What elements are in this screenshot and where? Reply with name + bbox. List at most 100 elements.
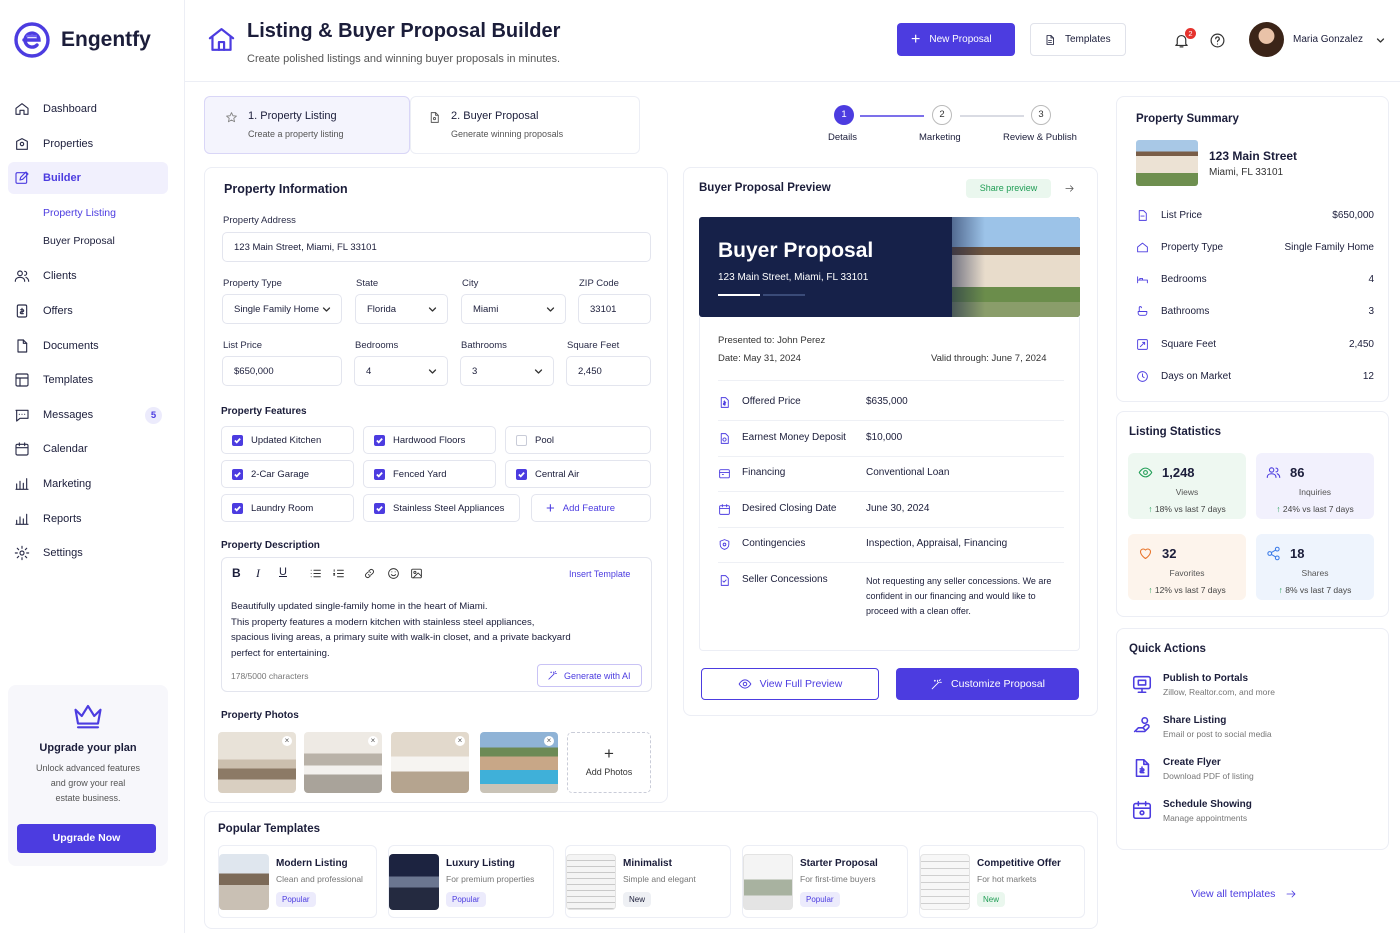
link-icon[interactable] [363, 567, 376, 580]
checkbox-unchecked[interactable] [516, 434, 527, 446]
template-card[interactable]: Starter Proposal For first-time buyers P… [742, 845, 908, 918]
feature-checkbox[interactable]: Laundry Room [221, 494, 354, 522]
checkbox-checked[interactable] [516, 468, 527, 480]
property-photo[interactable]: × [218, 732, 296, 793]
feature-label: Fenced Yard [393, 468, 447, 480]
checkbox-checked[interactable] [374, 468, 385, 480]
feature-checkbox[interactable]: Updated Kitchen [221, 426, 354, 454]
checkbox-checked[interactable] [374, 434, 385, 446]
sidebar-item-reports[interactable]: Reports [14, 503, 168, 535]
numbered-list-icon[interactable] [332, 567, 345, 580]
upgrade-now-button[interactable]: Upgrade Now [17, 824, 156, 853]
emoji-icon[interactable] [387, 567, 400, 580]
template-card[interactable]: Minimalist Simple and elegant New [565, 845, 731, 918]
sidebar-item-settings[interactable]: Settings [14, 537, 168, 569]
bedrooms-select[interactable]: 4 [354, 356, 448, 386]
sidebar-item-label: Documents [43, 340, 99, 352]
checkbox-checked[interactable] [232, 502, 243, 514]
summary-key: List Price [1161, 210, 1203, 221]
sidebar-item-offers[interactable]: Offers [14, 295, 168, 327]
feature-checkbox[interactable]: 2-Car Garage [221, 460, 354, 488]
add-photos-button[interactable]: + Add Photos [567, 732, 651, 793]
view-all-templates-link[interactable]: View all templates [1191, 888, 1297, 900]
checkbox-checked[interactable] [232, 468, 243, 480]
sidebar-item-properties[interactable]: Properties [14, 128, 168, 160]
italic-icon[interactable]: I [256, 566, 260, 581]
zip-input[interactable]: 33101 [578, 294, 651, 324]
description-text[interactable]: Beautifully updated single-family home i… [231, 599, 571, 661]
tab-buyer-proposal[interactable]: 2. Buyer Proposal Generate winning propo… [410, 96, 640, 154]
sidebar-item-templates[interactable]: Templates [14, 364, 168, 396]
stat-value: 1,248 [1162, 465, 1195, 480]
close-icon[interactable]: × [544, 736, 554, 746]
feature-checkbox[interactable]: Hardwood Floors [363, 426, 496, 454]
feature-checkbox[interactable]: Fenced Yard [363, 460, 496, 488]
feature-checkbox[interactable]: Central Air [505, 460, 651, 488]
tab-title: 1. Property Listing [248, 110, 337, 122]
property-photo[interactable]: × [480, 732, 558, 793]
new-proposal-button[interactable]: + New Proposal [897, 23, 1015, 56]
sidebar-item-messages[interactable]: Messages 5 [14, 399, 168, 431]
step-3-circle[interactable]: 3 [1031, 105, 1051, 125]
help-icon[interactable] [1209, 32, 1226, 49]
logo[interactable]: Engentfy [14, 22, 151, 58]
stat-delta: ↑ 24% vs last 7 days [1256, 504, 1374, 514]
quick-action-flyer[interactable]: Create Flyer Download PDF of listing [1131, 757, 1254, 781]
image-icon[interactable] [410, 567, 423, 580]
customize-proposal-button[interactable]: Customize Proposal [896, 668, 1079, 700]
crown-icon [73, 703, 103, 729]
arrow-right-icon[interactable] [1064, 183, 1075, 194]
underline-icon[interactable]: U [279, 566, 287, 578]
property-photo[interactable]: × [391, 732, 469, 793]
step-2-circle[interactable]: 2 [932, 105, 952, 125]
address-input[interactable]: 123 Main Street, Miami, FL 33101 [222, 232, 651, 262]
close-icon[interactable]: × [455, 736, 465, 746]
sidebar-item-clients[interactable]: Clients [14, 260, 168, 292]
sidebar-item-documents[interactable]: Documents [14, 330, 168, 362]
city-select[interactable]: Miami [461, 294, 566, 324]
insert-template-link[interactable]: Insert Template [569, 569, 630, 579]
bathrooms-select[interactable]: 3 [460, 356, 554, 386]
sidebar-item-marketing[interactable]: Marketing [14, 468, 168, 500]
upgrade-text: Unlock advanced features [35, 763, 141, 773]
field-label: Bathrooms [461, 340, 507, 351]
sidebar-item-dashboard[interactable]: Dashboard [14, 93, 168, 125]
state-select[interactable]: Florida [355, 294, 448, 324]
template-card[interactable]: Competitive Offer For hot markets New [919, 845, 1085, 918]
bold-icon[interactable]: B [232, 566, 241, 580]
checkbox-checked[interactable] [374, 502, 385, 514]
add-feature-button[interactable]: + Add Feature [531, 494, 651, 522]
templates-button[interactable]: Templates [1030, 23, 1126, 56]
stat-delta-text: 18% vs last 7 days [1154, 504, 1226, 514]
property-photo[interactable]: × [304, 732, 382, 793]
sidebar-subitem-property-listing[interactable]: Property Listing [43, 207, 116, 219]
property-type-select[interactable]: Single Family Home [222, 294, 342, 324]
close-icon[interactable]: × [282, 736, 292, 746]
description-label: Property Description [221, 540, 320, 551]
sidebar-item-calendar[interactable]: Calendar [14, 433, 168, 465]
tab-property-listing[interactable]: 1. Property Listing Create a property li… [204, 96, 410, 154]
template-card[interactable]: Luxury Listing For premium properties Po… [388, 845, 554, 918]
checkbox-checked[interactable] [232, 434, 243, 446]
bullet-list-icon[interactable] [309, 567, 322, 580]
sidebar-subitem-buyer-proposal[interactable]: Buyer Proposal [43, 235, 115, 247]
quick-action-showing[interactable]: Schedule Showing Manage appointments [1131, 799, 1252, 823]
avatar[interactable] [1249, 22, 1284, 57]
chevron-down-icon[interactable] [1376, 36, 1385, 45]
template-card[interactable]: Modern Listing Clean and professional Po… [218, 845, 377, 918]
share-preview-button[interactable]: Share preview [966, 179, 1051, 198]
list-price-input[interactable]: $650,000 [222, 356, 342, 386]
stat-delta: ↑ 18% vs last 7 days [1128, 504, 1246, 514]
view-full-preview-button[interactable]: View Full Preview [701, 668, 879, 700]
square-feet-input[interactable]: 2,450 [566, 356, 651, 386]
feature-checkbox[interactable]: Pool [505, 426, 651, 454]
sidebar-item-builder[interactable]: Builder [8, 162, 168, 194]
quick-action-share[interactable]: Share Listing Email or post to social med… [1131, 715, 1272, 739]
quick-action-publish[interactable]: Publish to Portals Zillow, Realtor.com, a… [1131, 673, 1275, 697]
building-icon [14, 136, 30, 152]
user-name[interactable]: Maria Gonzalez [1293, 34, 1363, 45]
generate-ai-button[interactable]: Generate with AI [537, 664, 642, 687]
step-1-circle[interactable]: 1 [834, 105, 854, 125]
close-icon[interactable]: × [368, 736, 378, 746]
feature-checkbox[interactable]: Stainless Steel Appliances [363, 494, 520, 522]
